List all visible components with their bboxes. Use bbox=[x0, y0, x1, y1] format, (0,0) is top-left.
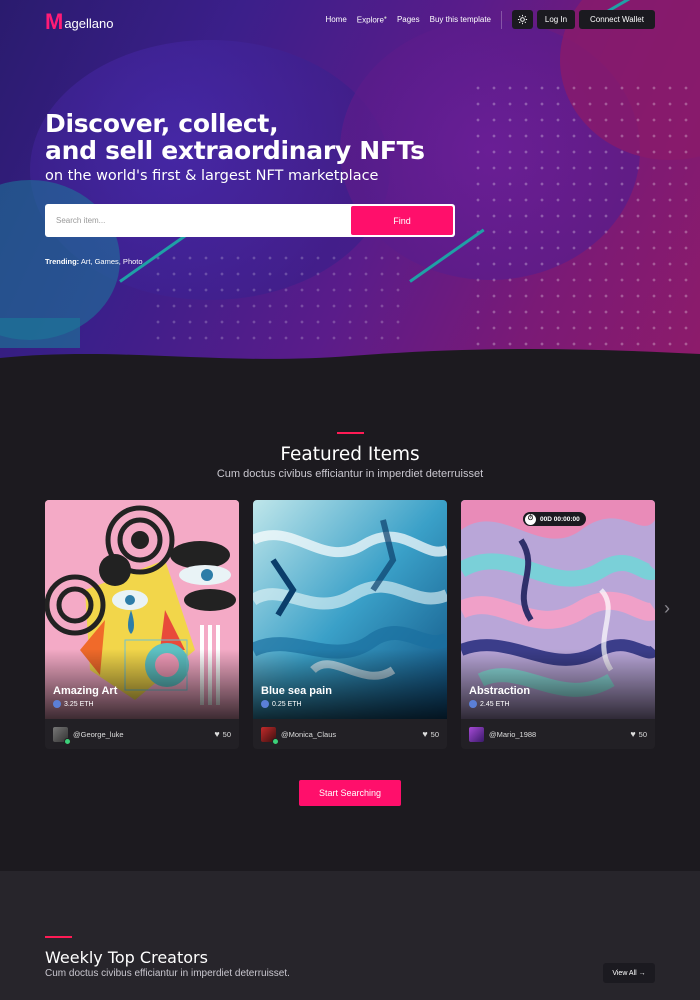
top-nav: Home Explore● Pages Buy this template Lo… bbox=[315, 10, 655, 29]
countdown-timer: ⏱ 00D 00:00:00 bbox=[523, 512, 586, 526]
avatar[interactable] bbox=[53, 726, 71, 745]
likes-count: 50 bbox=[638, 729, 647, 739]
nft-price: 0.25 ETH bbox=[261, 700, 302, 708]
likes[interactable]: ♥ 50 bbox=[214, 729, 231, 739]
nft-card[interactable]: ⏱ 00D 00:00:00 Abstraction 2.45 ETH @Mari… bbox=[461, 500, 655, 749]
author-name[interactable]: @George_luke bbox=[73, 730, 124, 739]
start-searching-button[interactable]: Start Searching bbox=[299, 780, 401, 806]
card-footer: @Monica_Claus ♥ 50 bbox=[253, 719, 447, 749]
nav-pages[interactable]: Pages bbox=[397, 15, 420, 24]
section-accent bbox=[337, 432, 364, 434]
nft-price: 3.25 ETH bbox=[53, 700, 94, 708]
search-input[interactable] bbox=[47, 216, 351, 225]
hero-dots bbox=[470, 80, 700, 350]
logo-text: agellano bbox=[64, 15, 114, 31]
verified-icon bbox=[272, 737, 279, 745]
trending: Trending: Art, Games, Photo bbox=[45, 257, 143, 266]
view-all-button[interactable]: View All → bbox=[603, 963, 655, 983]
author-name[interactable]: @Monica_Claus bbox=[281, 730, 336, 739]
heart-icon: ♥ bbox=[422, 729, 428, 739]
nft-price-value: 3.25 ETH bbox=[64, 700, 94, 708]
avatar[interactable] bbox=[261, 726, 279, 745]
nft-price: 2.45 ETH bbox=[469, 700, 510, 708]
hero-title-line2: and sell extraordinary NFTs bbox=[45, 136, 425, 165]
eth-icon bbox=[261, 700, 269, 708]
nft-card[interactable]: Amazing Art 3.25 ETH @George_luke ♥ 50 bbox=[45, 500, 239, 749]
likes[interactable]: ♥ 50 bbox=[630, 729, 647, 739]
nft-title: Abstraction bbox=[469, 685, 531, 697]
connect-wallet-button[interactable]: Connect Wallet bbox=[579, 10, 655, 29]
nav-explore[interactable]: Explore● bbox=[357, 15, 387, 25]
logo-mark: M bbox=[45, 9, 64, 34]
hero-wave bbox=[0, 349, 700, 368]
creators-title: Weekly Top Creators bbox=[45, 948, 208, 967]
theme-toggle-button[interactable] bbox=[512, 10, 533, 29]
avatar[interactable] bbox=[469, 726, 484, 742]
heart-icon: ♥ bbox=[630, 729, 636, 739]
likes-count: 50 bbox=[430, 729, 439, 739]
nav-buy-template[interactable]: Buy this template bbox=[430, 15, 491, 24]
nft-card[interactable]: Blue sea pain 0.25 ETH @Monica_Claus ♥ 50 bbox=[253, 500, 447, 749]
creators-section bbox=[0, 871, 700, 1000]
nav-home[interactable]: Home bbox=[325, 15, 346, 24]
hero-title: Discover, collect, and sell extraordinar… bbox=[45, 110, 425, 164]
search-bar: Find bbox=[45, 204, 455, 237]
hero-dots bbox=[150, 250, 400, 350]
featured-subtitle: Cum doctus civibus efficiantur in imperd… bbox=[216, 468, 484, 480]
nav-divider bbox=[501, 10, 502, 29]
likes[interactable]: ♥ 50 bbox=[422, 729, 439, 739]
hero-subtitle: on the world's first & largest NFT marke… bbox=[45, 168, 379, 184]
card-footer: @George_luke ♥ 50 bbox=[45, 719, 239, 749]
trending-label: Trending: bbox=[45, 257, 80, 266]
sun-icon bbox=[517, 14, 528, 25]
eth-icon bbox=[469, 700, 477, 708]
card-overlay bbox=[253, 649, 447, 719]
nft-title: Blue sea pain bbox=[261, 685, 332, 697]
likes-count: 50 bbox=[222, 729, 231, 739]
nft-price-value: 2.45 ETH bbox=[480, 700, 510, 708]
logo[interactable]: M agellano bbox=[45, 11, 113, 33]
verified-icon bbox=[64, 737, 71, 745]
section-accent bbox=[45, 936, 72, 938]
card-footer: @Mario_1988 ♥ 50 bbox=[461, 719, 655, 749]
stopwatch-icon: ⏱ bbox=[525, 513, 536, 525]
hero-title-line1: Discover, collect, bbox=[45, 109, 279, 138]
carousel-next-icon[interactable]: › bbox=[664, 598, 670, 619]
eth-icon bbox=[53, 700, 61, 708]
find-button[interactable]: Find bbox=[351, 206, 453, 235]
hero-section bbox=[0, 0, 700, 368]
nft-title: Amazing Art bbox=[53, 685, 118, 697]
trending-items[interactable]: Art, Games, Photo bbox=[81, 257, 143, 266]
author-name[interactable]: @Mario_1988 bbox=[489, 730, 536, 739]
nav-explore-label: Explore bbox=[356, 15, 384, 25]
nft-price-value: 0.25 ETH bbox=[272, 700, 302, 708]
countdown-value: 00D 00:00:00 bbox=[540, 515, 580, 523]
creators-subtitle: Cum doctus civibus efficiantur in imperd… bbox=[45, 968, 290, 979]
heart-icon: ♥ bbox=[214, 729, 220, 739]
dropdown-dot-icon: ● bbox=[383, 14, 387, 21]
card-overlay bbox=[461, 649, 655, 719]
card-overlay bbox=[45, 649, 239, 719]
login-button[interactable]: Log In bbox=[537, 10, 575, 29]
featured-title: Featured Items bbox=[280, 444, 420, 465]
